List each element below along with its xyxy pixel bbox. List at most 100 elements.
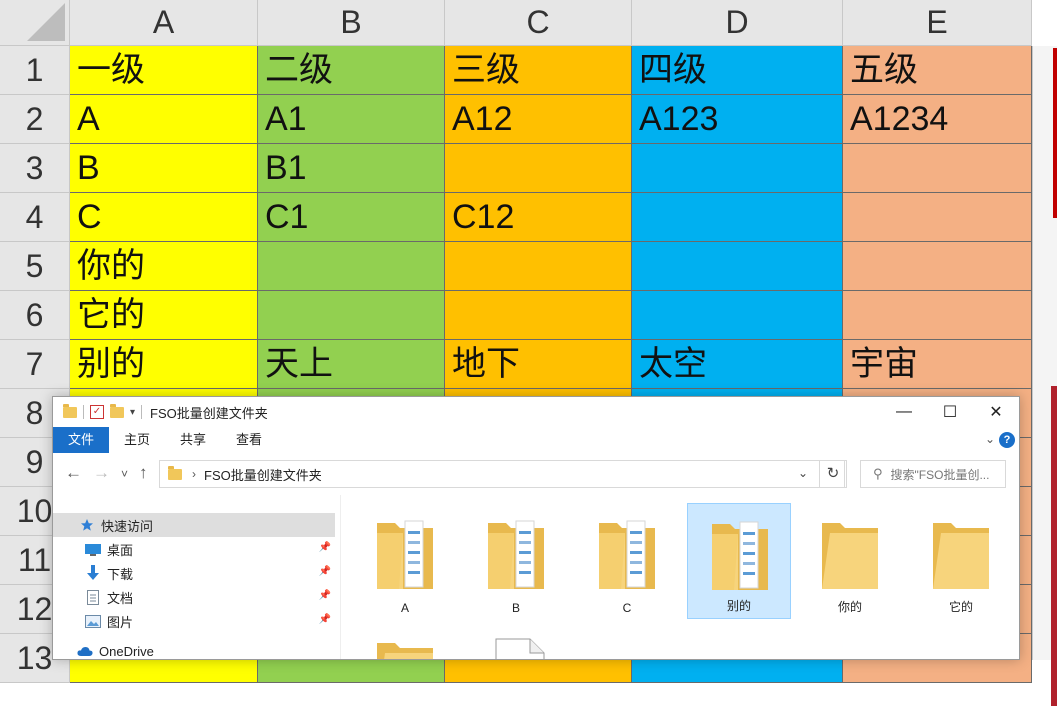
refresh-button[interactable]: ↻ — [819, 460, 847, 488]
quick-access-dropdown-icon[interactable]: ▾ — [130, 407, 135, 418]
forward-button[interactable]: → — [93, 463, 110, 483]
file-item-label: A — [400, 601, 409, 615]
cell-d2[interactable]: A123 — [632, 95, 843, 144]
cell-e1[interactable]: 五级 — [843, 46, 1032, 95]
nav-item-downloads[interactable]: 下载 📌 — [53, 561, 335, 585]
cell-c4[interactable]: C12 — [445, 193, 632, 242]
file-item-unnamed-6[interactable] — [353, 623, 457, 659]
maximize-button[interactable]: ☐ — [927, 397, 973, 427]
cell-b1[interactable]: 二级 — [258, 46, 445, 95]
minimize-button[interactable]: — — [881, 397, 927, 427]
cell-b5[interactable] — [258, 242, 445, 291]
title-bar: ✓ ▾ FSO批量创建文件夹 — ☐ ✕ — [53, 397, 1019, 427]
cell-e3[interactable] — [843, 144, 1032, 193]
row-header-5[interactable]: 5 — [0, 242, 70, 291]
nav-item-pictures[interactable]: 图片 📌 — [53, 609, 335, 633]
search-input[interactable]: ⚲ 搜索"FSO批量创... — [860, 460, 1006, 488]
cell-c6[interactable] — [445, 291, 632, 340]
cell-b3[interactable]: B1 — [258, 144, 445, 193]
window-title: FSO批量创建文件夹 — [150, 405, 268, 421]
file-item-别的[interactable]: 别的 — [687, 503, 791, 619]
new-folder-icon[interactable] — [110, 403, 124, 418]
help-icon[interactable]: ? — [999, 432, 1015, 448]
column-header-d[interactable]: D — [632, 0, 843, 46]
file-item-unnamed-7[interactable] — [464, 623, 568, 659]
column-header-c[interactable]: C — [445, 0, 632, 46]
nav-item-documents[interactable]: 文档 📌 — [53, 585, 335, 609]
pin-icon[interactable]: 📌 — [319, 542, 331, 553]
cell-d1[interactable]: 四级 — [632, 46, 843, 95]
close-button[interactable]: ✕ — [973, 397, 1019, 427]
pin-icon[interactable]: 📌 — [319, 614, 331, 625]
cell-d4[interactable] — [632, 193, 843, 242]
file-item-label: 它的 — [948, 600, 973, 614]
cell-c5[interactable] — [445, 242, 632, 291]
cell-a7[interactable]: 别的 — [70, 340, 258, 389]
cell-e5[interactable] — [843, 242, 1032, 291]
pin-icon[interactable]: 📌 — [319, 590, 331, 601]
column-header-a[interactable]: A — [70, 0, 258, 46]
cell-e2[interactable]: A1234 — [843, 95, 1032, 144]
address-bar[interactable]: › FSO批量创建文件夹 ⌄ — [159, 460, 845, 488]
address-dropdown-icon[interactable]: ⌄ — [798, 466, 808, 480]
row-header-1[interactable]: 1 — [0, 46, 70, 95]
back-button[interactable]: ← — [65, 463, 82, 483]
file-item-a[interactable]: A — [353, 503, 457, 619]
navigation-pane: 快速访问 桌面 📌 下载 📌 文档 📌 图片 📌 OneDrive — [53, 495, 340, 659]
file-item-c[interactable]: C — [575, 503, 679, 619]
breadcrumb-path[interactable]: FSO批量创建文件夹 — [204, 465, 322, 484]
tab-share[interactable]: 共享 — [165, 427, 221, 453]
cell-e6[interactable] — [843, 291, 1032, 340]
column-header-b[interactable]: B — [258, 0, 445, 46]
row-header-2[interactable]: 2 — [0, 95, 70, 144]
cell-b4[interactable]: C1 — [258, 193, 445, 242]
column-header-e[interactable]: E — [843, 0, 1032, 46]
cell-c1[interactable]: 三级 — [445, 46, 632, 95]
cell-a4[interactable]: C — [70, 193, 258, 242]
cell-a1[interactable]: 一级 — [70, 46, 258, 95]
cell-d7[interactable]: 太空 — [632, 340, 843, 389]
row-header-3[interactable]: 3 — [0, 144, 70, 193]
cell-e4[interactable] — [843, 193, 1032, 242]
row-header-6[interactable]: 6 — [0, 291, 70, 340]
row-header-7[interactable]: 7 — [0, 340, 70, 389]
cell-d5[interactable] — [632, 242, 843, 291]
cell-b6[interactable] — [258, 291, 445, 340]
pin-icon[interactable]: 📌 — [319, 566, 331, 577]
cell-c7[interactable]: 地下 — [445, 340, 632, 389]
ribbon: 文件 主页 共享 查看 ⌄ ? — [53, 427, 1019, 454]
recent-locations-button[interactable]: ˅ — [121, 467, 128, 481]
nav-item-quick-access[interactable]: 快速访问 — [53, 513, 335, 537]
vertical-scrollbar[interactable] — [1032, 46, 1057, 706]
cell-b2[interactable]: A1 — [258, 95, 445, 144]
cell-c2[interactable]: A12 — [445, 95, 632, 144]
cell-b7[interactable]: 天上 — [258, 340, 445, 389]
file-item-你的[interactable]: 你的 — [798, 503, 902, 619]
tab-home[interactable]: 主页 — [109, 427, 165, 453]
cell-e7[interactable]: 宇宙 — [843, 340, 1032, 389]
cell-a5[interactable]: 你的 — [70, 242, 258, 291]
tab-view[interactable]: 查看 — [221, 427, 277, 453]
file-item-b[interactable]: B — [464, 503, 568, 619]
nav-item-onedrive[interactable]: OneDrive — [53, 639, 335, 659]
up-button[interactable]: ↑ — [139, 463, 148, 483]
expand-ribbon-icon[interactable]: ⌄ — [985, 432, 995, 446]
file-item-它的[interactable]: 它的 — [909, 503, 1013, 619]
row-header-4[interactable]: 4 — [0, 193, 70, 242]
cloud-icon — [77, 644, 93, 658]
cell-a2[interactable]: A — [70, 95, 258, 144]
search-icon: ⚲ — [873, 466, 883, 481]
nav-item-desktop[interactable]: 桌面 📌 — [53, 537, 335, 561]
cell-a6[interactable]: 它的 — [70, 291, 258, 340]
tab-file[interactable]: 文件 — [53, 427, 109, 453]
select-all-corner[interactable] — [0, 0, 70, 46]
cell-d3[interactable] — [632, 144, 843, 193]
file-item-label: 别的 — [726, 599, 751, 613]
properties-check-icon[interactable]: ✓ — [90, 405, 104, 419]
cell-c3[interactable] — [445, 144, 632, 193]
cell-a3[interactable]: B — [70, 144, 258, 193]
picture-icon — [85, 614, 101, 628]
file-explorer-window: ✓ ▾ FSO批量创建文件夹 — ☐ ✕ 文件 主页 共享 查看 ⌄ ? ← →… — [52, 396, 1020, 660]
cell-d6[interactable] — [632, 291, 843, 340]
file-item-label: C — [622, 601, 632, 615]
